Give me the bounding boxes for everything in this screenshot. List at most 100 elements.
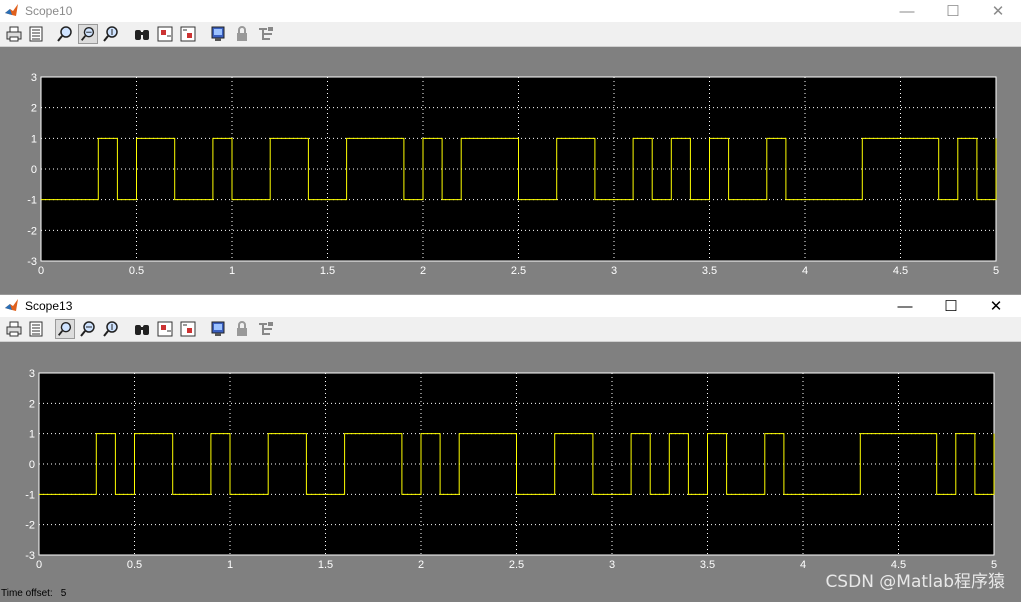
window-title: Scope10 <box>25 4 73 18</box>
y-tick-label: 0 <box>29 459 35 471</box>
maximize-button[interactable]: ☐ <box>930 0 976 22</box>
zoom-x-button[interactable] <box>78 24 98 44</box>
zoom-icon <box>57 26 72 42</box>
y-tick-label: -1 <box>27 195 37 207</box>
x-tick-label: 1 <box>227 559 233 571</box>
x-tick-label: 4.5 <box>893 265 908 277</box>
save-axes-icon <box>157 321 173 337</box>
window-title: Scope13 <box>25 299 73 313</box>
zoom-icon <box>57 322 72 336</box>
y-tick-label: -2 <box>25 520 35 532</box>
parameters-icon <box>29 321 43 337</box>
x-tick-label: 2.5 <box>511 265 526 277</box>
y-tick-label: -3 <box>25 550 35 562</box>
y-tick-label: -1 <box>25 489 35 501</box>
y-tick-label: 1 <box>31 133 37 145</box>
autoscale-button[interactable] <box>132 319 152 339</box>
signal-selector-button[interactable] <box>256 24 276 44</box>
x-tick-label: 3.5 <box>702 265 717 277</box>
zoom-y-button[interactable] <box>101 319 121 339</box>
floating-scope-button[interactable] <box>208 319 228 339</box>
y-tick-label: -3 <box>27 256 37 268</box>
zoom-button[interactable] <box>55 319 75 339</box>
parameters-button[interactable] <box>26 24 46 44</box>
minimize-button[interactable]: — <box>882 295 928 317</box>
maximize-button[interactable]: ☐ <box>928 295 974 317</box>
matlab-icon <box>5 4 18 16</box>
save-axes-button[interactable] <box>155 24 175 44</box>
signal-selector-button[interactable] <box>256 319 276 339</box>
y-tick-label: 2 <box>29 398 35 410</box>
time-offset-value: 5 <box>60 588 67 599</box>
close-button[interactable]: ✕ <box>973 295 1019 317</box>
save-axes-button[interactable] <box>155 319 175 339</box>
y-tick-label: 3 <box>31 72 37 84</box>
zoom-x-icon <box>80 27 95 41</box>
x-tick-label: 0 <box>38 265 44 277</box>
lock-icon <box>237 26 247 41</box>
x-tick-label: 3 <box>609 559 615 571</box>
x-tick-label: 0.5 <box>127 559 142 571</box>
restore-axes-button[interactable] <box>178 24 198 44</box>
signal-selector-icon <box>259 27 273 40</box>
title-bar[interactable]: Scope10 — ☐ ✕ <box>0 0 1021 22</box>
title-bar[interactable]: Scope13 — ☐ ✕ <box>0 295 1021 317</box>
restore-axes-button[interactable] <box>178 319 198 339</box>
scope13-plot: 0 0.5 1 1.5 2 2.5 3 3.5 4 4.5 53210-1-2-3 <box>25 368 997 571</box>
x-tick-label: 2.5 <box>509 559 524 571</box>
lock-button[interactable] <box>232 24 252 44</box>
scope10-window: Scope10 — ☐ ✕ 0 0.5 1 1.5 2 2.5 3 3.5 4 4.5 5 3 2 1 0-… <box>0 0 1021 294</box>
restore-axes-icon <box>180 26 196 42</box>
lock-button[interactable] <box>232 319 252 339</box>
parameters-icon <box>29 26 43 42</box>
x-tick-label: 2 <box>420 265 426 277</box>
zoom-x-icon <box>80 321 95 337</box>
matlab-icon <box>5 299 18 311</box>
zoom-y-button[interactable] <box>101 24 121 44</box>
x-tick-label: 0 <box>36 559 42 571</box>
x-tick-label: 3.5 <box>700 559 715 571</box>
lock-icon <box>237 321 247 336</box>
x-tick-label: 2 <box>418 559 424 571</box>
scope-toolbar <box>0 317 1021 342</box>
print-icon <box>6 321 22 337</box>
autoscale-button[interactable] <box>132 24 152 44</box>
time-offset-label: Time offset: <box>1 588 53 599</box>
x-tick-label: 3 <box>611 265 617 277</box>
x-tick-label: 4 <box>800 559 806 571</box>
print-button[interactable] <box>4 24 24 44</box>
x-tick-label: 0.5 <box>129 265 144 277</box>
minimize-button[interactable]: — <box>884 0 930 22</box>
close-button[interactable]: ✕ <box>975 0 1021 22</box>
restore-axes-icon <box>180 321 196 337</box>
scope13-window: Scope13 — ☐ ✕ 0 0.5 1 1.5 2 2.5 3 3.5 4 4.5 5 3 2 1 0-… <box>0 294 1021 602</box>
x-tick-label: 4 <box>802 265 808 277</box>
zoom-y-icon <box>103 26 118 42</box>
floating-scope-icon <box>211 321 225 336</box>
print-button[interactable] <box>4 319 24 339</box>
save-axes-icon <box>157 26 173 42</box>
parameters-button[interactable] <box>26 319 46 339</box>
x-tick-label: 1.5 <box>320 265 335 277</box>
autoscale-icon <box>135 325 149 335</box>
zoom-y-icon <box>103 321 118 337</box>
x-tick-label: 1.5 <box>318 559 333 571</box>
y-tick-label: -2 <box>27 225 37 237</box>
y-tick-label: 2 <box>31 103 37 115</box>
floating-scope-button[interactable] <box>208 24 228 44</box>
scope10-plot: 0 0.5 1 1.5 2 2.5 3 3.5 4 4.5 5 3 2 1 0 -1 -2 -3 <box>27 72 999 277</box>
y-tick-label: 3 <box>29 368 35 380</box>
x-tick-label: 1 <box>229 265 235 277</box>
time-offset: Time offset: 5 <box>1 588 74 599</box>
print-icon <box>6 26 22 42</box>
zoom-x-button[interactable] <box>78 319 98 339</box>
autoscale-icon <box>135 30 149 40</box>
floating-scope-icon <box>211 26 225 41</box>
x-tick-label: 5 <box>993 265 999 277</box>
y-tick-label: 1 <box>29 429 35 441</box>
signal-selector-icon <box>259 322 273 335</box>
zoom-button[interactable] <box>55 24 75 44</box>
scope-toolbar <box>0 22 1021 47</box>
y-tick-label: 0 <box>31 164 37 176</box>
watermark: CSDN @Matlab程序猿 <box>825 572 1005 592</box>
